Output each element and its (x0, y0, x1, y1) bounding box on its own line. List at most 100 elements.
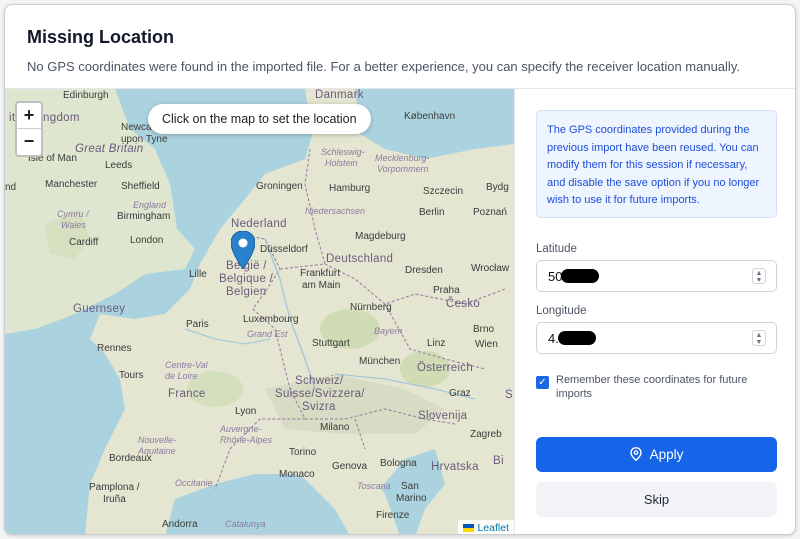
map-label: Andorra (162, 519, 198, 530)
map-label: Hrvatska (431, 461, 479, 473)
map-label: Bi (493, 455, 504, 467)
map-label: Edinburgh (63, 90, 109, 101)
map-label: Vorpommern (377, 164, 429, 174)
map-label: Stuttgart (312, 338, 350, 349)
map-label: nd (5, 182, 17, 193)
map-label: Belgien (226, 286, 267, 298)
map-label: Pamplona / (89, 482, 140, 493)
map-label: Poznań (473, 207, 507, 218)
info-alert: The GPS coordinates provided during the … (536, 110, 777, 218)
map-label: Bydg (486, 182, 509, 193)
map-label: Nederland (231, 218, 287, 230)
map-label: Frankfurt (300, 268, 341, 279)
remember-checkbox[interactable]: ✓ (536, 376, 549, 389)
map-label: S (505, 389, 513, 401)
map-label: Szczecin (423, 186, 464, 197)
map-attribution[interactable]: Leaflet (458, 520, 514, 534)
location-map[interactable]: Edinburgh ited Kingdom Newcastle upon Ty… (5, 89, 514, 534)
map-label: Auvergne- (220, 424, 262, 434)
map-label: de Loire (165, 371, 198, 381)
leaflet-link[interactable]: Leaflet (477, 522, 509, 534)
map-label: Monaco (279, 469, 315, 480)
map-label: Brno (473, 324, 495, 335)
map-label: Berlin (419, 207, 445, 218)
map-label: France (168, 388, 206, 400)
map-label: Wien (475, 339, 498, 350)
map-label: Magdeburg (355, 231, 406, 242)
longitude-label: Longitude (536, 305, 587, 317)
map-label: Nouvelle- (138, 435, 177, 445)
map-label: Nürnberg (350, 302, 392, 313)
map-hint: Click on the map to set the location (148, 104, 371, 134)
map-label: Cardiff (69, 237, 99, 248)
map-label: Svizra (302, 401, 336, 413)
redaction-mark (558, 331, 596, 345)
map-label: Mecklenburg- (375, 153, 430, 163)
map-label: Groningen (256, 181, 303, 192)
map-label: Iruña (103, 494, 126, 505)
longitude-input[interactable]: 4. ▲ ▼ (536, 322, 777, 354)
missing-location-dialog: Missing Location No GPS coordinates were… (4, 4, 796, 535)
map-label: Schleswig- (321, 147, 365, 157)
map-label: Genova (332, 461, 368, 472)
map-label: Grand Est (247, 329, 288, 339)
map-label: Düsseldorf (260, 244, 308, 255)
map-label: San (401, 481, 419, 492)
dialog-subtitle: No GPS coordinates were found in the imp… (27, 59, 740, 74)
map-label: Rhône-Alpes (220, 435, 273, 445)
latitude-stepper[interactable]: ▲ ▼ (752, 268, 766, 284)
longitude-stepper[interactable]: ▲ ▼ (752, 330, 766, 346)
latitude-input[interactable]: 50 ▲ ▼ (536, 260, 777, 292)
map-label: Birmingham (117, 211, 171, 222)
zoom-in-button[interactable]: + (17, 103, 41, 129)
map-label: Torino (289, 447, 317, 458)
map-label: Suisse/Svizzera/ (275, 388, 365, 400)
apply-button[interactable]: Apply (536, 437, 777, 472)
map-label: København (404, 111, 456, 122)
map-label: Praha (433, 285, 460, 296)
zoom-control: + − (15, 101, 43, 157)
dialog-title: Missing Location (27, 27, 175, 47)
map-label: Lille (189, 269, 207, 280)
zoom-out-button[interactable]: − (17, 129, 41, 155)
location-pin-icon (629, 447, 642, 462)
map-label: Milano (320, 422, 350, 433)
map-label: Holstein (325, 158, 358, 168)
map-label: am Main (302, 280, 341, 291)
map-label: Centre-Val (165, 360, 208, 370)
map-label: Catalunya (225, 519, 266, 529)
map-label: Bologna (380, 458, 417, 469)
map-label: Česko (446, 298, 481, 310)
location-marker-icon[interactable] (231, 231, 255, 269)
map-label: Marino (396, 493, 427, 504)
map-label: Danmark (315, 89, 364, 101)
map-label: Slovenija (418, 410, 468, 422)
map-label: Leeds (105, 160, 133, 171)
map-label: Manchester (45, 179, 98, 190)
ukraine-flag-icon (463, 524, 475, 533)
skip-button[interactable]: Skip (536, 482, 777, 517)
map-label: Bordeaux (109, 453, 152, 464)
map-label: Schweiz/ (295, 375, 344, 387)
map-label: Deutschland (326, 253, 394, 265)
map-label: Wrocław (471, 263, 510, 274)
map-label: Rennes (97, 343, 132, 354)
map-label: Bayern (374, 326, 403, 336)
map-label: Österreich (417, 362, 474, 374)
remember-label[interactable]: Remember these coordinates for future im… (556, 373, 766, 401)
apply-label: Apply (649, 447, 684, 462)
map-label: Zagreb (470, 429, 502, 440)
map-label: Great Britain (75, 143, 144, 155)
map-label: Belgique / (219, 273, 274, 285)
map-label: Paris (186, 319, 209, 330)
map-label: München (359, 356, 401, 367)
map-label: Linz (427, 338, 446, 349)
map-label: Lyon (235, 406, 257, 417)
redaction-mark (561, 269, 599, 283)
map-label: Toscana (357, 481, 391, 491)
map-label: Wales (61, 220, 86, 230)
map-label: Guernsey (73, 303, 126, 315)
map-label: Firenze (376, 510, 410, 521)
map-label: Occitanie (175, 478, 213, 488)
map-label: Hamburg (329, 183, 371, 194)
